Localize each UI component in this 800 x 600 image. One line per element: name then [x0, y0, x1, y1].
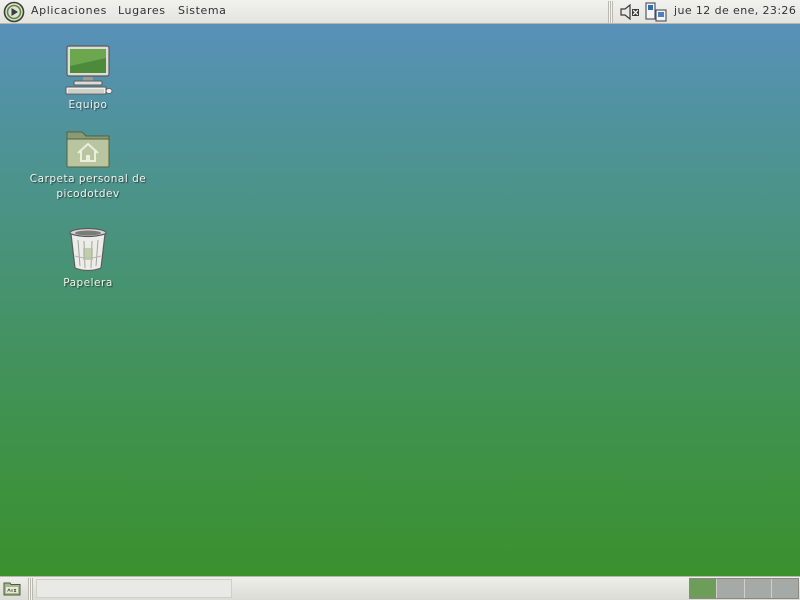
trash-icon [69, 227, 107, 272]
main-menu-logo-icon[interactable] [3, 1, 25, 23]
desktop-icon-home-folder[interactable]: Carpeta personal de picodotdev [18, 126, 158, 202]
workspace-2[interactable] [717, 579, 745, 598]
menu-places[interactable]: Lugares [118, 4, 166, 17]
workspace-switcher[interactable] [689, 578, 799, 599]
workspace-1[interactable] [690, 579, 718, 598]
clock[interactable]: jue 12 de ene, 23:26 [674, 4, 796, 17]
desktop-icon-computer[interactable]: Equipo [18, 44, 158, 113]
home-folder-icon [66, 131, 110, 168]
computer-icon [65, 45, 113, 95]
workspace-4[interactable] [771, 579, 798, 598]
panel-handle[interactable] [608, 1, 613, 23]
desktop-screen: Aplicaciones Lugares Sistema jue 12 de e… [0, 0, 800, 600]
bottom-panel [0, 576, 800, 600]
top-panel: Aplicaciones Lugares Sistema jue 12 de e… [0, 0, 800, 24]
network-icon[interactable] [644, 1, 668, 23]
desktop-icon-trash[interactable]: Papelera [18, 226, 158, 291]
menu-system[interactable]: Sistema [178, 4, 227, 17]
desktop-icon-label: Equipo [68, 99, 108, 111]
panel-handle[interactable] [28, 578, 33, 600]
menu-applications[interactable]: Aplicaciones [31, 4, 107, 17]
show-desktop-icon[interactable] [3, 580, 21, 596]
volume-muted-icon[interactable] [619, 2, 641, 22]
window-list[interactable] [36, 579, 232, 598]
workspace-3[interactable] [744, 579, 772, 598]
desktop-icon-label: Carpeta personal de picodotdev [29, 173, 147, 200]
desktop-icon-label: Papelera [63, 277, 113, 289]
